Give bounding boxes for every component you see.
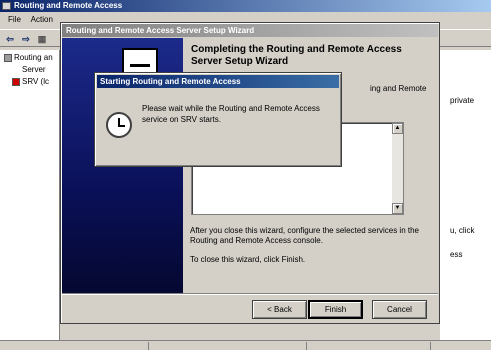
tree-item-server-status[interactable]: Server <box>22 65 46 75</box>
rras-app-icon <box>2 2 11 10</box>
tree-item-srv[interactable]: SRV (lc <box>12 77 49 87</box>
tree-item-label: SRV (lc <box>22 77 49 86</box>
status-bar <box>0 340 491 350</box>
wizard-separator <box>62 293 438 295</box>
summary-scrollbar[interactable]: ▲ ▼ <box>392 123 403 214</box>
finish-button[interactable]: Finish <box>308 300 363 319</box>
tree-item-label: Routing an <box>14 53 53 62</box>
mmc-title: Routing and Remote Access <box>14 1 123 10</box>
details-text-fragment: u, click <box>450 226 475 235</box>
dialog-title-bar: Starting Routing and Remote Access <box>97 75 339 88</box>
tree-item-routing[interactable]: Routing an <box>4 53 53 63</box>
setup-wizard-window: Routing and Remote Access Server Setup W… <box>60 22 440 324</box>
clock-icon <box>106 112 132 138</box>
wizard-title-bar: Routing and Remote Access Server Setup W… <box>62 24 438 37</box>
status-separator <box>306 342 307 350</box>
dialog-message: Please wait while the Routing and Remote… <box>142 104 320 124</box>
after-close-text: After you close this wizard, configure t… <box>190 226 419 245</box>
status-separator <box>148 342 149 350</box>
wizard-body-fragment: ing and Remote <box>370 84 427 93</box>
console-tree-icon[interactable]: ▦ <box>36 33 48 45</box>
details-text-fragment: ess <box>450 250 463 259</box>
wizard-heading: Completing the Routing and Remote Access… <box>191 44 402 67</box>
menu-action[interactable]: Action <box>31 15 53 24</box>
clock-hand <box>118 125 125 127</box>
mmc-title-bar: Routing and Remote Access <box>0 0 491 12</box>
back-arrow-icon[interactable]: ⇦ <box>4 33 16 45</box>
server-stopped-icon <box>12 77 20 86</box>
scroll-up-icon[interactable]: ▲ <box>392 123 403 134</box>
tree-item-label: Server <box>22 65 46 74</box>
starting-service-dialog: Starting Routing and Remote Access Pleas… <box>94 72 342 167</box>
menu-file[interactable]: File <box>8 15 21 24</box>
details-text-fragment: private <box>450 96 475 105</box>
details-pane: private u, click ess <box>440 50 491 340</box>
finish-instruction-text: To close this wizard, click Finish. <box>190 255 306 264</box>
console-tree: Routing an Server SRV (lc <box>0 50 60 340</box>
cancel-button[interactable]: Cancel <box>372 300 427 319</box>
forward-arrow-icon[interactable]: ⇨ <box>20 33 32 45</box>
server-icon <box>4 53 12 62</box>
status-separator <box>430 342 431 350</box>
back-button[interactable]: < Back <box>252 300 307 319</box>
scroll-down-icon[interactable]: ▼ <box>392 203 403 214</box>
